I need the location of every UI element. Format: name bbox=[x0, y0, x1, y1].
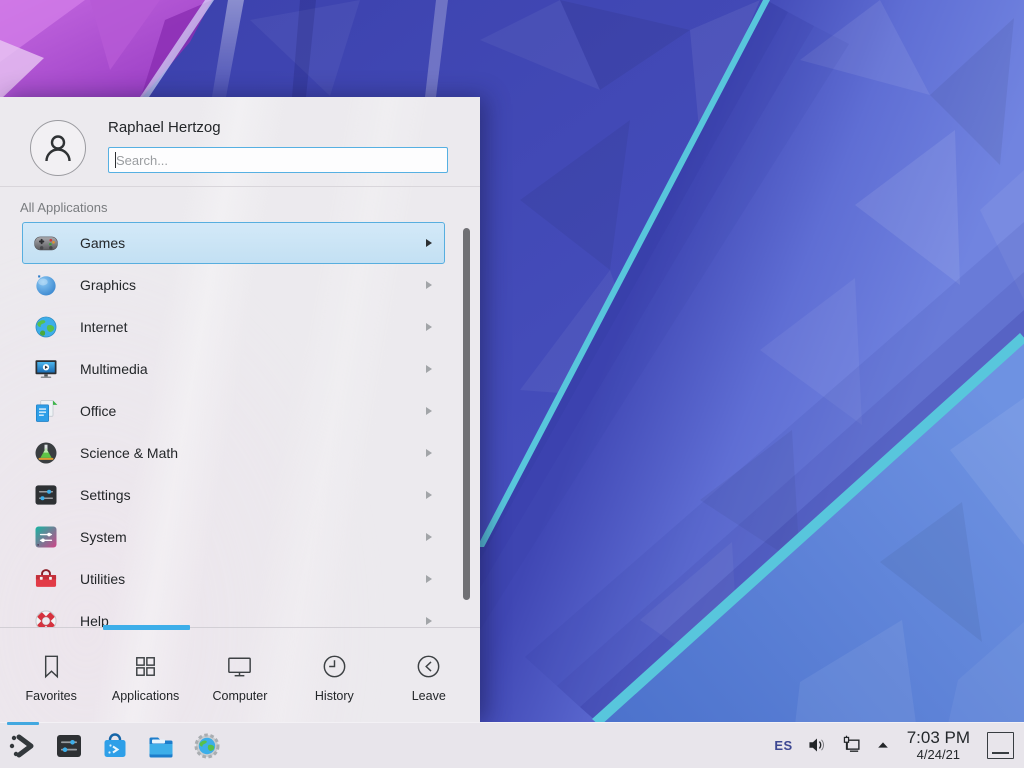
category-item-multimedia[interactable]: Multimedia bbox=[22, 348, 445, 390]
section-label: All Applications bbox=[20, 200, 107, 215]
dolphin-icon bbox=[145, 730, 177, 762]
clock-date: 4/24/21 bbox=[917, 748, 960, 762]
volume-icon bbox=[806, 734, 828, 756]
category-label: System bbox=[80, 529, 426, 545]
submenu-arrow-icon bbox=[426, 323, 432, 331]
category-item-science[interactable]: Science & Math bbox=[22, 432, 445, 474]
games-icon bbox=[32, 229, 60, 257]
tab-label: Computer bbox=[213, 689, 268, 703]
active-task-indicator bbox=[7, 722, 39, 725]
favorites-icon bbox=[36, 651, 67, 682]
tab-history[interactable]: History bbox=[289, 647, 379, 703]
internet-icon bbox=[32, 313, 60, 341]
desktop: Raphael Hertzog All Applications Games G… bbox=[0, 0, 1024, 768]
tab-label: History bbox=[315, 689, 354, 703]
tray-volume-button[interactable] bbox=[806, 734, 828, 756]
taskbar-launchers bbox=[0, 730, 223, 762]
launcher-tab-bar: Favorites Applications Computer History … bbox=[0, 627, 480, 722]
category-item-internet[interactable]: Internet bbox=[22, 306, 445, 348]
category-label: Office bbox=[80, 403, 426, 419]
help-icon bbox=[32, 607, 60, 627]
taskbar-launcher-kickoff[interactable] bbox=[7, 730, 39, 762]
leave-icon bbox=[413, 651, 444, 682]
tab-favorites[interactable]: Favorites bbox=[6, 647, 96, 703]
text-cursor bbox=[115, 152, 116, 168]
scrollbar[interactable] bbox=[463, 228, 470, 600]
graphics-icon bbox=[32, 271, 60, 299]
system-icon bbox=[32, 523, 60, 551]
taskbar-launcher-dolphin[interactable] bbox=[145, 730, 177, 762]
category-label: Graphics bbox=[80, 277, 426, 293]
expand-caret-icon bbox=[876, 738, 890, 752]
system-tray: ES 7:03 PM 4/24/21 bbox=[774, 729, 1024, 761]
applications-icon bbox=[130, 651, 161, 682]
submenu-arrow-icon bbox=[426, 617, 432, 625]
computer-icon bbox=[224, 651, 255, 682]
taskbar-launcher-systemsettings[interactable] bbox=[53, 730, 85, 762]
user-avatar-icon bbox=[38, 128, 78, 168]
taskbar-launcher-discover[interactable] bbox=[99, 730, 131, 762]
search-box bbox=[108, 147, 448, 173]
browser-icon bbox=[191, 730, 223, 762]
keyboard-layout-indicator[interactable]: ES bbox=[774, 738, 792, 753]
settings-icon bbox=[32, 481, 60, 509]
category-item-utilities[interactable]: Utilities bbox=[22, 558, 445, 600]
tray-expand-button[interactable] bbox=[876, 738, 890, 752]
user-name: Raphael Hertzog bbox=[108, 119, 221, 136]
submenu-arrow-icon bbox=[426, 407, 432, 415]
submenu-arrow-icon bbox=[426, 533, 432, 541]
show-desktop-button[interactable] bbox=[987, 732, 1014, 759]
discover-icon bbox=[99, 730, 131, 762]
tab-computer[interactable]: Computer bbox=[195, 647, 285, 703]
category-list: Games Graphics Internet Multimedia Offic… bbox=[0, 222, 480, 627]
category-item-games[interactable]: Games bbox=[22, 222, 445, 264]
digital-clock[interactable]: 7:03 PM 4/24/21 bbox=[907, 729, 970, 761]
utilities-icon bbox=[32, 565, 60, 593]
science-icon bbox=[32, 439, 60, 467]
tab-leave[interactable]: Leave bbox=[384, 647, 474, 703]
launcher-header: Raphael Hertzog bbox=[0, 97, 480, 187]
office-icon bbox=[32, 397, 60, 425]
category-item-graphics[interactable]: Graphics bbox=[22, 264, 445, 306]
kickoff-icon bbox=[7, 730, 39, 762]
category-label: Internet bbox=[80, 319, 426, 335]
history-icon bbox=[319, 651, 350, 682]
taskbar-launcher-browser[interactable] bbox=[191, 730, 223, 762]
clock-time: 7:03 PM bbox=[907, 729, 970, 747]
category-label: Multimedia bbox=[80, 361, 426, 377]
multimedia-icon bbox=[32, 355, 60, 383]
category-label: Games bbox=[80, 235, 426, 251]
active-tab-indicator bbox=[103, 625, 190, 630]
category-label: Science & Math bbox=[80, 445, 426, 461]
taskbar: ES 7:03 PM 4/24/21 bbox=[0, 722, 1024, 768]
category-label: Utilities bbox=[80, 571, 426, 587]
submenu-arrow-icon bbox=[426, 575, 432, 583]
category-item-help[interactable]: Help bbox=[22, 600, 445, 627]
submenu-arrow-icon bbox=[426, 239, 432, 247]
tray-icons bbox=[806, 734, 863, 756]
category-item-system[interactable]: System bbox=[22, 516, 445, 558]
category-item-settings[interactable]: Settings bbox=[22, 474, 445, 516]
tab-applications[interactable]: Applications bbox=[101, 647, 191, 703]
tray-network-button[interactable] bbox=[841, 734, 863, 756]
network-icon bbox=[841, 734, 863, 756]
systemsettings-icon bbox=[53, 730, 85, 762]
search-input[interactable] bbox=[108, 147, 448, 173]
category-label: Settings bbox=[80, 487, 426, 503]
tab-label: Leave bbox=[412, 689, 446, 703]
tab-label: Applications bbox=[112, 689, 179, 703]
submenu-arrow-icon bbox=[426, 281, 432, 289]
application-launcher-menu: Raphael Hertzog All Applications Games G… bbox=[0, 97, 480, 722]
tab-label: Favorites bbox=[25, 689, 76, 703]
submenu-arrow-icon bbox=[426, 449, 432, 457]
category-item-office[interactable]: Office bbox=[22, 390, 445, 432]
submenu-arrow-icon bbox=[426, 491, 432, 499]
user-avatar[interactable] bbox=[30, 120, 86, 176]
submenu-arrow-icon bbox=[426, 365, 432, 373]
